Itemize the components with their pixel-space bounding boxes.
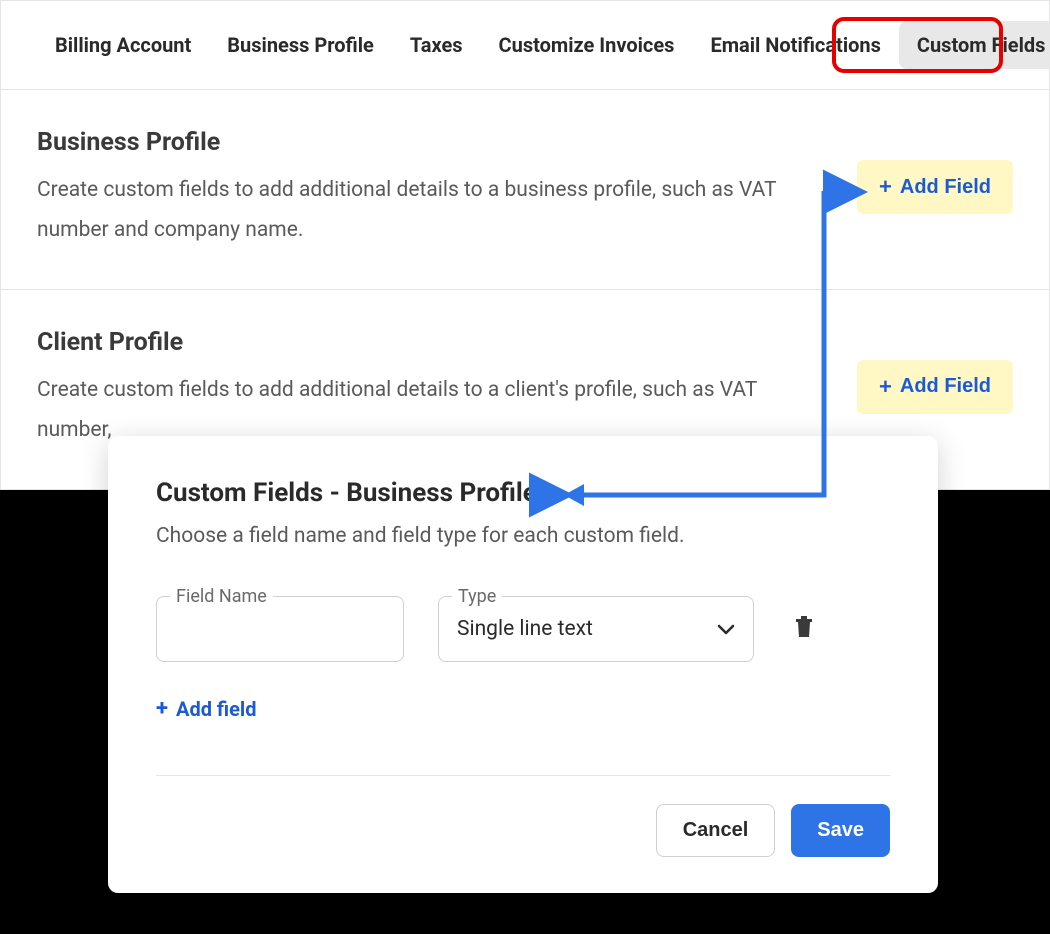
settings-panel: Billing Account Business Profile Taxes C… xyxy=(0,0,1050,490)
field-row: Field Name Type Single line text xyxy=(156,596,890,662)
tabs-row: Billing Account Business Profile Taxes C… xyxy=(1,1,1049,90)
plus-icon: + xyxy=(879,174,892,200)
add-field-button-business[interactable]: + Add Field xyxy=(857,160,1013,214)
section-content: Business Profile Create custom fields to… xyxy=(37,128,817,251)
add-field-label: Add Field xyxy=(900,176,991,199)
custom-fields-modal: Custom Fields - Business Profile Choose … xyxy=(108,436,938,893)
save-button[interactable]: Save xyxy=(791,804,890,857)
type-label: Type xyxy=(452,586,502,607)
tab-taxes[interactable]: Taxes xyxy=(392,21,481,69)
trash-icon[interactable] xyxy=(794,615,814,643)
tab-email-notifications[interactable]: Email Notifications xyxy=(692,21,898,69)
modal-footer: Cancel Save xyxy=(156,804,890,857)
section-title: Client Profile xyxy=(37,328,817,357)
field-name-label: Field Name xyxy=(170,586,273,607)
plus-icon: + xyxy=(156,696,168,721)
field-name-group: Field Name xyxy=(156,596,404,662)
type-group: Type Single line text xyxy=(438,596,754,662)
section-content: Client Profile Create custom fields to a… xyxy=(37,328,817,451)
tab-business-profile[interactable]: Business Profile xyxy=(209,21,392,69)
type-selected-value: Single line text xyxy=(457,617,593,641)
tab-custom-fields[interactable]: Custom Fields xyxy=(899,21,1050,69)
add-field-link-label: Add field xyxy=(176,697,256,721)
section-title: Business Profile xyxy=(37,128,817,157)
add-field-button-client[interactable]: + Add Field xyxy=(857,360,1013,414)
tab-billing-account[interactable]: Billing Account xyxy=(37,21,209,69)
tab-customize-invoices[interactable]: Customize Invoices xyxy=(481,21,693,69)
section-description: Create custom fields to add additional d… xyxy=(37,171,817,251)
modal-description: Choose a field name and field type for e… xyxy=(156,524,890,548)
cancel-button[interactable]: Cancel xyxy=(656,804,776,857)
plus-icon: + xyxy=(879,374,892,400)
modal-divider xyxy=(156,775,890,776)
chevron-down-icon xyxy=(717,617,735,641)
add-field-link[interactable]: + Add field xyxy=(156,696,256,721)
section-business-profile: Business Profile Create custom fields to… xyxy=(1,90,1049,290)
modal-title: Custom Fields - Business Profile xyxy=(156,478,890,508)
add-field-label: Add Field xyxy=(900,375,991,398)
